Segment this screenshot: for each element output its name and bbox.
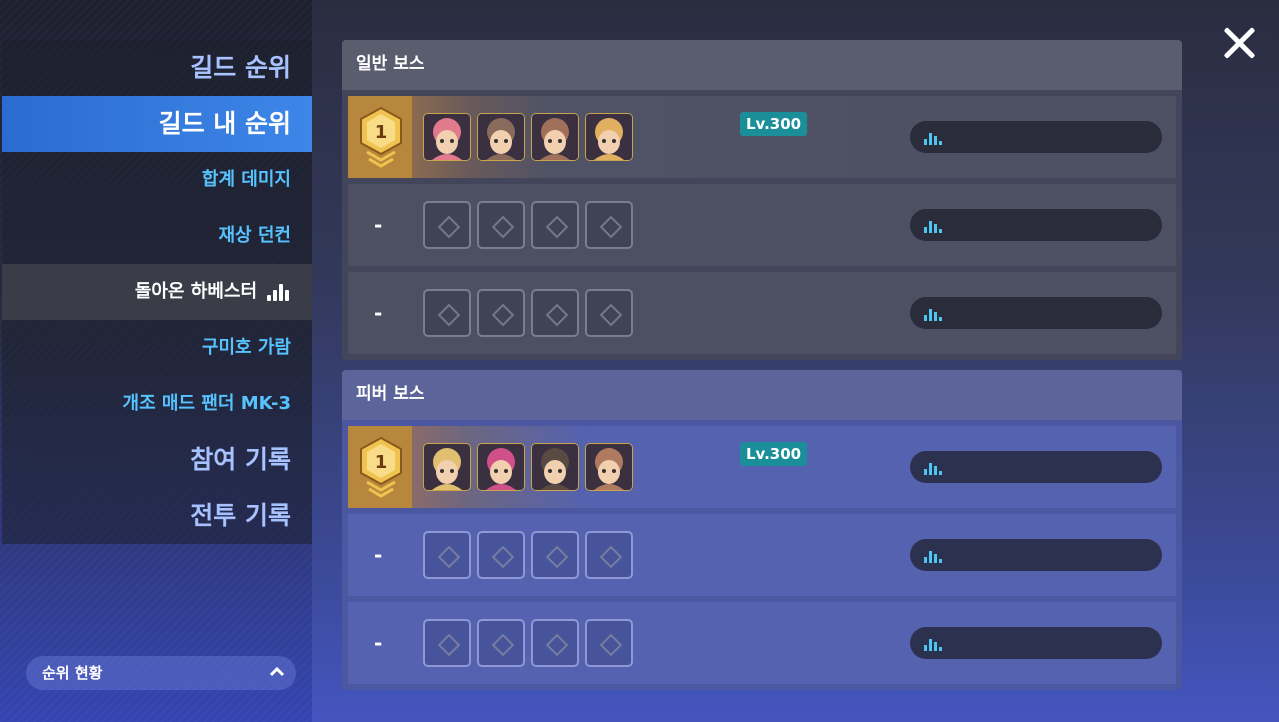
ranking-bars-icon (265, 281, 291, 303)
rank-row: 1 Lv.300 (348, 96, 1176, 178)
sidebar-item-harvester[interactable]: 돌아온 하베스터 (2, 264, 312, 320)
rank-status-toggle[interactable]: 순위 현황 (26, 656, 296, 690)
fever-boss-panel: 피버 보스 1 Lv.300 - - (342, 370, 1182, 690)
empty-hero-slot (477, 619, 525, 667)
svg-text:1: 1 (375, 452, 388, 473)
ranking-bars-icon (924, 637, 944, 651)
close-icon[interactable] (1222, 26, 1256, 60)
panel-title: 피버 보스 (342, 370, 1182, 420)
sidebar-item-total-damage[interactable]: 합계 데미지 (2, 152, 312, 208)
empty-hero-slot (585, 201, 633, 249)
damage-score-bar[interactable] (910, 209, 1162, 241)
ranking-bars-icon (924, 549, 944, 563)
rank-label: - (374, 631, 383, 655)
empty-hero-slot (423, 531, 471, 579)
panel-title: 일반 보스 (342, 40, 1182, 90)
ranking-bars-icon (924, 307, 944, 321)
rank-medal-icon: 1 (358, 436, 404, 498)
damage-score-bar[interactable] (910, 627, 1162, 659)
rank-row: - (348, 514, 1176, 596)
empty-hero-slot (477, 201, 525, 249)
damage-score-bar[interactable] (910, 297, 1162, 329)
hero-portrait[interactable] (423, 443, 471, 491)
empty-hero-slot (477, 289, 525, 337)
sidebar-item-battle-log[interactable]: 전투 기록 (2, 488, 312, 544)
hero-portrait[interactable] (531, 113, 579, 161)
hero-portrait[interactable] (423, 113, 471, 161)
sidebar-item-label: 돌아온 하베스터 (134, 281, 257, 302)
empty-hero-slot (423, 201, 471, 249)
rank-row: 1 Lv.300 (348, 426, 1176, 508)
sidebar: 길드 순위 길드 내 순위 합계 데미지 재상 던컨 돌아온 하베스터 구미호 … (0, 0, 312, 722)
rank-label: - (374, 213, 383, 237)
level-badge: Lv.300 (740, 442, 808, 466)
rank-label: - (374, 301, 383, 325)
rank-row: - (348, 272, 1176, 354)
rank-label: - (374, 543, 383, 567)
empty-hero-slot (531, 531, 579, 579)
hero-portrait[interactable] (585, 113, 633, 161)
chevron-up-icon (269, 656, 285, 690)
hero-portrait[interactable] (585, 443, 633, 491)
empty-hero-slot (585, 531, 633, 579)
empty-hero-slot (531, 201, 579, 249)
sidebar-item-garam[interactable]: 구미호 가람 (2, 320, 312, 376)
rank-row: - (348, 184, 1176, 266)
rank-status-label: 순위 현황 (42, 664, 103, 682)
hero-portrait[interactable] (531, 443, 579, 491)
ranking-bars-icon (924, 131, 944, 145)
empty-hero-slot (531, 289, 579, 337)
ranking-bars-icon (924, 461, 944, 475)
damage-score-bar[interactable] (910, 539, 1162, 571)
sidebar-item-mad-panda[interactable]: 개조 매드 팬더 MK-3 (2, 376, 312, 432)
rank-medal-icon: 1 (358, 106, 404, 168)
empty-hero-slot (531, 619, 579, 667)
empty-hero-slot (585, 289, 633, 337)
sidebar-item-in-guild-rank[interactable]: 길드 내 순위 (2, 96, 312, 152)
sidebar-item-participation-log[interactable]: 참여 기록 (2, 432, 312, 488)
empty-hero-slot (477, 531, 525, 579)
sidebar-item-guild-rank[interactable]: 길드 순위 (2, 40, 312, 96)
hero-portrait[interactable] (477, 113, 525, 161)
level-badge: Lv.300 (740, 112, 808, 136)
empty-hero-slot (585, 619, 633, 667)
empty-hero-slot (423, 289, 471, 337)
hero-portrait[interactable] (477, 443, 525, 491)
normal-boss-panel: 일반 보스 1 Lv.300 - - (342, 40, 1182, 360)
empty-hero-slot (423, 619, 471, 667)
ranking-bars-icon (924, 219, 944, 233)
rank-row: - (348, 602, 1176, 684)
damage-score-bar[interactable] (910, 121, 1162, 153)
svg-text:1: 1 (375, 122, 388, 143)
sidebar-item-duncan[interactable]: 재상 던컨 (2, 208, 312, 264)
damage-score-bar[interactable] (910, 451, 1162, 483)
